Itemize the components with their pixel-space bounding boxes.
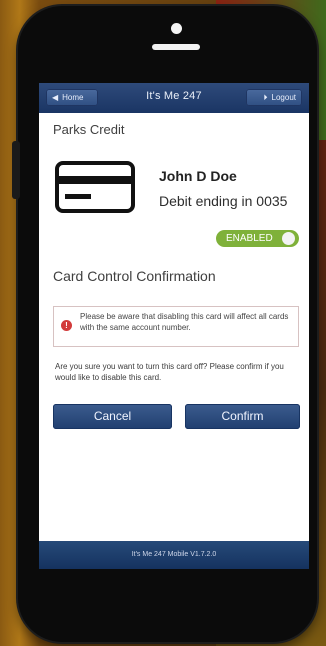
card-section-title: Parks Credit: [53, 122, 125, 137]
logout-label: Logout: [271, 93, 296, 102]
app-screen: ◀ Home It's Me 247 ⏵ Logout Parks Credit…: [39, 83, 309, 569]
top-navigation-bar: ◀ Home It's Me 247 ⏵ Logout: [39, 83, 309, 113]
confirm-button[interactable]: Confirm: [185, 404, 300, 429]
app-footer: It's Me 247 Mobile V1.7.2.0: [39, 541, 309, 569]
card-account-label: Debit ending in 0035: [159, 193, 288, 209]
logout-button[interactable]: ⏵ Logout: [246, 89, 302, 106]
content-area: Parks Credit John D Doe Debit ending in …: [39, 113, 309, 541]
warning-box: ! Please be aware that disabling this ca…: [53, 306, 299, 347]
phone-speaker: [152, 44, 200, 50]
front-camera: [171, 23, 182, 34]
card-enabled-toggle[interactable]: ENABLED: [216, 230, 299, 247]
toggle-knob: [282, 232, 295, 245]
logout-icon: ⏵: [263, 93, 268, 102]
confirmation-question: Are you sure you want to turn this card …: [55, 362, 284, 382]
card-holder-name: John D Doe: [159, 168, 237, 184]
alert-icon: !: [61, 320, 72, 331]
confirmation-title: Card Control Confirmation: [53, 268, 216, 284]
phone-side-button: [12, 141, 20, 199]
toggle-status-label: ENABLED: [226, 233, 273, 244]
warning-text: Please be aware that disabling this card…: [80, 312, 289, 332]
credit-card-icon: [55, 161, 135, 213]
cancel-button[interactable]: Cancel: [53, 404, 172, 429]
